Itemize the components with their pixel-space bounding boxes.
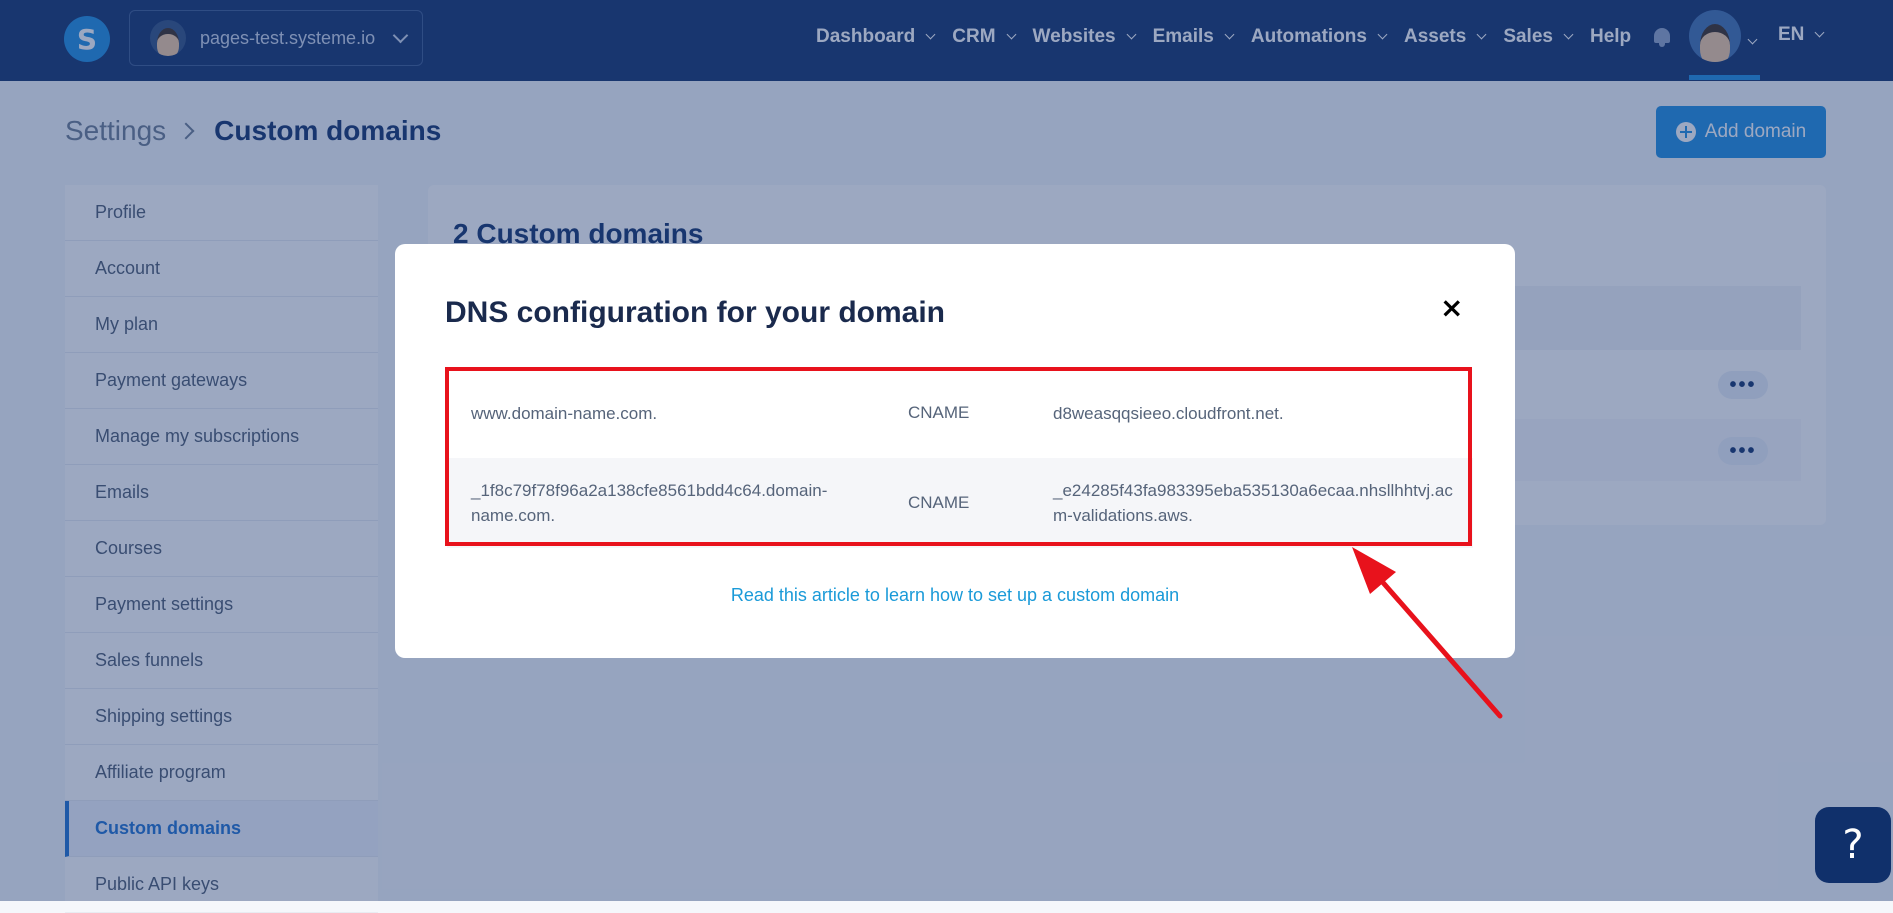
help-article-link[interactable]: Read this article to learn how to set up… — [395, 585, 1515, 606]
red-highlight-box — [445, 367, 1472, 546]
modal-title: DNS configuration for your domain — [445, 296, 945, 329]
help-chat-button[interactable]: ? — [1815, 807, 1891, 883]
close-icon[interactable]: × — [1440, 291, 1463, 324]
